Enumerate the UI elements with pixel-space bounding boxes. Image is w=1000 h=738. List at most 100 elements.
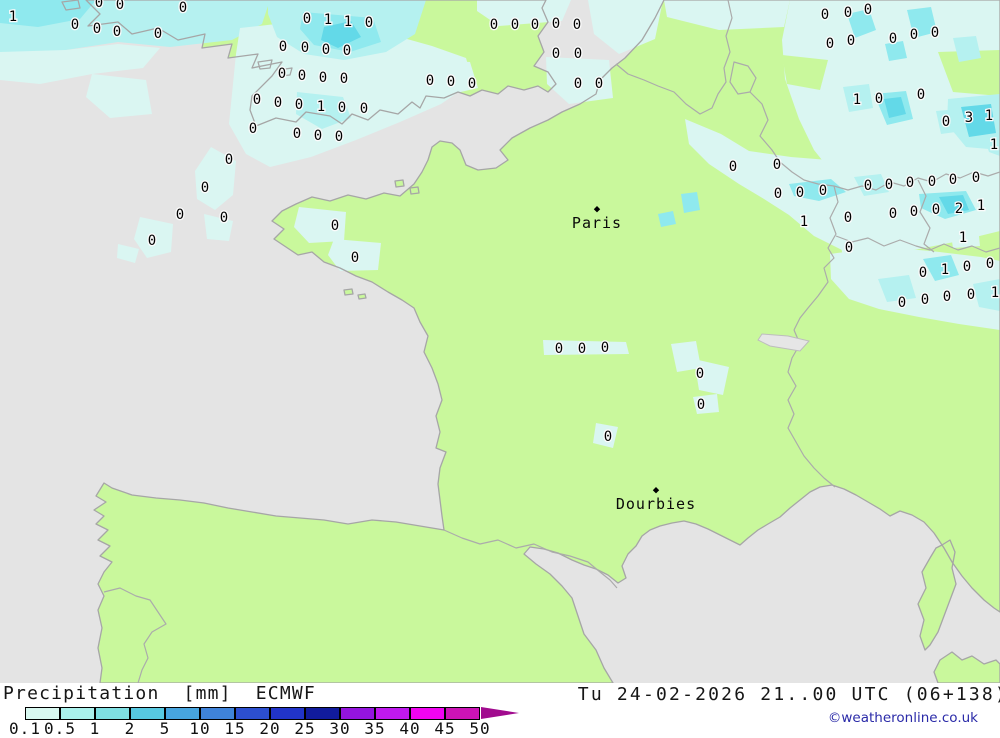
legend-tick-label: 20 (259, 719, 281, 738)
precip-value: 0 (176, 207, 184, 223)
precip-value: 0 (331, 218, 339, 234)
legend-tick-label: 2 (124, 719, 136, 738)
precip-value: 0 (225, 152, 233, 168)
precip-value: 0 (986, 256, 994, 272)
precip-value: 0 (697, 397, 705, 413)
precip-value: 0 (972, 170, 980, 186)
precip-value: 1 (941, 262, 949, 278)
precip-value: 0 (322, 42, 330, 58)
weather-map-page: { "colors": { "sea": "#e4e4e4", "land": … (0, 0, 1000, 738)
precip-value: 0 (511, 17, 519, 33)
legend-tick-label: 25 (294, 719, 316, 738)
precip-value: 1 (800, 214, 808, 230)
precip-value: 0 (963, 259, 971, 275)
precip-value: 0 (844, 5, 852, 21)
precip-value: 0 (949, 172, 957, 188)
legend-tick-label: 0.1 (9, 719, 41, 738)
precip-value: 0 (864, 178, 872, 194)
precip-value: 0 (116, 0, 124, 13)
precip-value: 0 (729, 159, 737, 175)
precip-value: 0 (910, 27, 918, 43)
precip-value: 0 (821, 7, 829, 23)
precip-value: 0 (847, 33, 855, 49)
precipitation-map: 0 0 01 0 0 0 00 1 1 00 0 0 00 0 0 00 0 0 1 0 00 0 0 00 0 00 0 0 0 00 0… (0, 0, 1000, 683)
city-label: Dourbies (616, 495, 696, 513)
precip-value: 0 (490, 17, 498, 33)
precip-value: 0 (274, 95, 282, 111)
precip-value: 1 (9, 9, 17, 25)
precip-value: 0 (319, 70, 327, 86)
precip-value: 1 (985, 108, 993, 124)
precip-value: 1 (991, 285, 999, 301)
precip-value: 0 (889, 31, 897, 47)
legend-tick-label: 5 (159, 719, 171, 738)
precip-value: 0 (898, 295, 906, 311)
precip-value: 1 (317, 99, 325, 115)
legend-tick-label: 45 (434, 719, 456, 738)
precip-value: 0 (555, 341, 563, 357)
precip-value: 0 (552, 46, 560, 62)
legend-tick-label: 40 (399, 719, 421, 738)
precip-value: 0 (796, 185, 804, 201)
legend-tick-label: 30 (329, 719, 351, 738)
precip-value: 2 (955, 201, 963, 217)
precip-value: 0 (447, 74, 455, 90)
precip-value: 0 (826, 36, 834, 52)
precip-value: 0 (293, 126, 301, 142)
precip-value: 0 (573, 17, 581, 33)
precip-value: 0 (95, 0, 103, 11)
precip-value: 0 (279, 39, 287, 55)
precip-value: 0 (604, 429, 612, 445)
precip-value: 0 (278, 66, 286, 82)
precip-value: 1 (959, 230, 967, 246)
precip-value: 0 (928, 174, 936, 190)
precip-value: 0 (343, 43, 351, 59)
precip-value: 0 (301, 40, 309, 56)
precip-value: 0 (154, 26, 162, 42)
precip-value: 0 (921, 292, 929, 308)
precip-value: 0 (253, 92, 261, 108)
legend-tick-label: 0.5 (44, 719, 76, 738)
precip-value: 0 (774, 186, 782, 202)
precip-value: 0 (574, 76, 582, 92)
precip-value: 0 (468, 76, 476, 92)
copyright-link[interactable]: ©weatheronline.co.uk (828, 710, 978, 726)
legend-tick-label: 1 (89, 719, 101, 738)
precip-value: 0 (249, 121, 257, 137)
precip-value: 0 (338, 100, 346, 116)
precip-value: 1 (344, 14, 352, 30)
precip-value: 0 (932, 202, 940, 218)
precip-value: 0 (943, 289, 951, 305)
precip-value: 0 (303, 11, 311, 27)
precip-value: 0 (578, 341, 586, 357)
precip-value: 0 (179, 0, 187, 16)
precip-value: 0 (298, 68, 306, 84)
precip-value: 0 (148, 233, 156, 249)
precip-value: 0 (93, 21, 101, 37)
precip-value: 0 (864, 2, 872, 18)
precip-value: 1 (853, 92, 861, 108)
precip-value: 0 (314, 128, 322, 144)
legend-footer: Precipitation [mm] ECMWF Tu 24-02-2026 2… (0, 683, 1000, 738)
precip-value: 0 (365, 15, 373, 31)
precip-value: 0 (351, 250, 359, 266)
precip-value: 0 (340, 71, 348, 87)
precip-value: 0 (601, 340, 609, 356)
precip-value: 0 (906, 175, 914, 191)
precip-value: 0 (917, 87, 925, 103)
precip-value: 0 (201, 180, 209, 196)
precip-value: 1 (990, 137, 998, 153)
legend-arrow (481, 707, 519, 719)
precip-value: 0 (819, 183, 827, 199)
precip-value: 0 (942, 114, 950, 130)
precip-value: 0 (531, 17, 539, 33)
precip-value: 0 (845, 240, 853, 256)
precip-value: 0 (71, 17, 79, 33)
precip-value: 0 (335, 129, 343, 145)
precip-value: 0 (595, 76, 603, 92)
precip-value: 0 (844, 210, 852, 226)
precip-value: 0 (910, 204, 918, 220)
precip-value: 0 (931, 25, 939, 41)
precip-value: 0 (574, 46, 582, 62)
precip-value: 0 (113, 24, 121, 40)
